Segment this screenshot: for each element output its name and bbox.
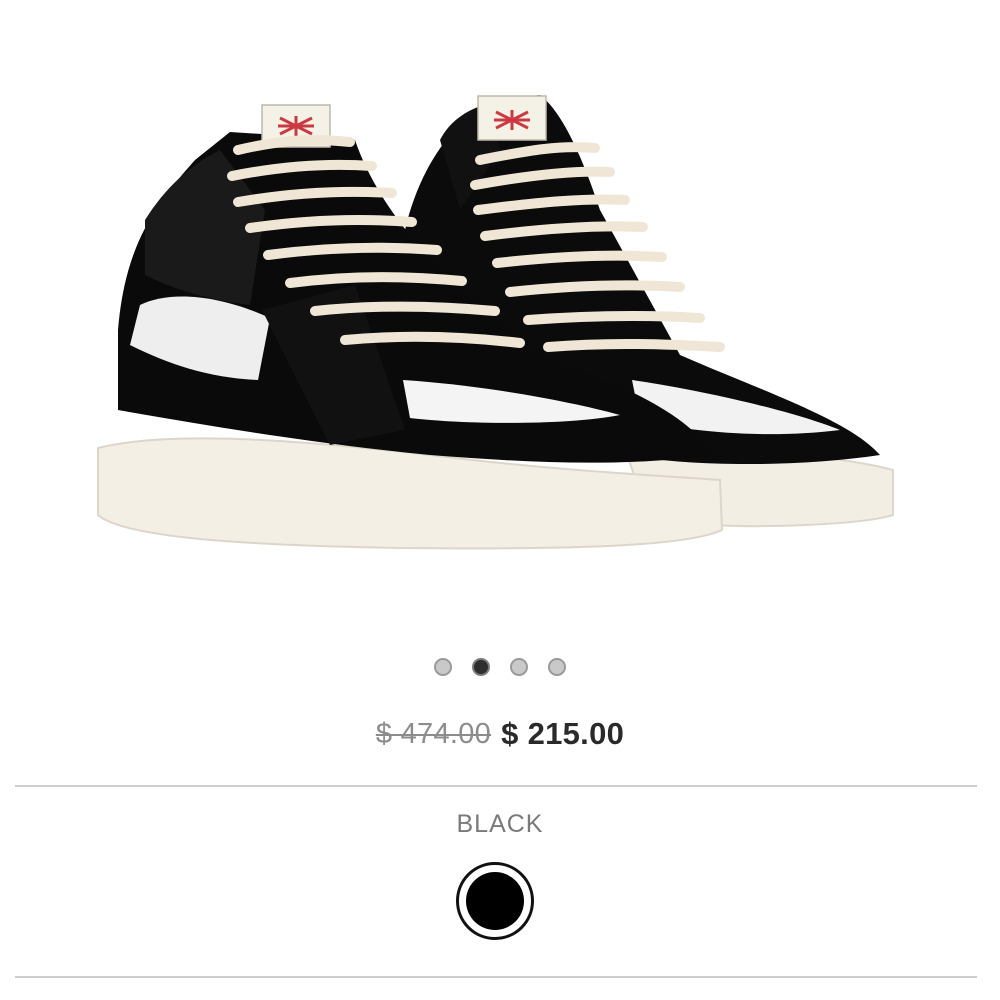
sale-price: $ 215.00 xyxy=(501,716,625,751)
pager-dot-4[interactable] xyxy=(548,658,566,676)
selected-color-label: BLACK xyxy=(456,810,544,838)
bottom-divider xyxy=(15,976,977,978)
black-color-swatch[interactable] xyxy=(456,862,534,940)
image-pager xyxy=(0,655,1000,679)
price-row: $ 474.00 $ 215.00 xyxy=(0,710,1000,758)
pager-dot-2[interactable] xyxy=(472,658,490,676)
product-image xyxy=(0,0,1000,620)
swatch-color-fill xyxy=(466,872,524,930)
pager-dot-1[interactable] xyxy=(434,658,452,676)
top-divider xyxy=(15,785,977,787)
original-price: $ 474.00 xyxy=(375,717,492,750)
sneaker-illustration xyxy=(97,95,894,550)
pager-dot-3[interactable] xyxy=(510,658,528,676)
